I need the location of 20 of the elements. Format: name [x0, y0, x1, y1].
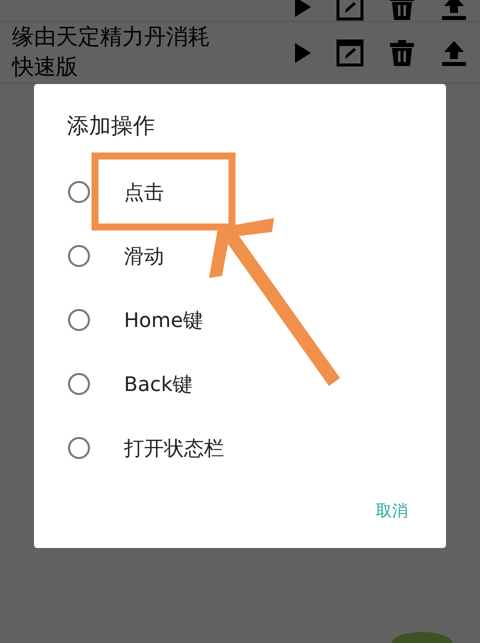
radio-button[interactable] [68, 181, 90, 203]
script-title: 缘由天定精力丹消耗快速版 [12, 24, 211, 82]
upload-icon[interactable] [440, 0, 468, 21]
option-label[interactable]: Home键 [124, 306, 204, 334]
option-label[interactable]: Back键 [124, 370, 193, 398]
option-label[interactable]: 打开状态栏 [124, 434, 224, 462]
dialog-title: 添加操作 [67, 113, 155, 141]
upload-icon[interactable] [440, 38, 468, 66]
radio-button[interactable] [68, 309, 90, 331]
play-icon[interactable] [294, 42, 312, 64]
option-label[interactable]: 点击 [124, 178, 164, 206]
radio-button[interactable] [68, 437, 90, 459]
edit-icon[interactable] [336, 0, 364, 21]
trash-icon[interactable] [388, 0, 416, 21]
option-label[interactable]: 滑动 [124, 242, 164, 270]
radio-button[interactable] [68, 245, 90, 267]
radio-button[interactable] [68, 373, 90, 395]
play-icon[interactable] [294, 0, 312, 18]
edit-icon[interactable] [336, 38, 364, 66]
trash-icon[interactable] [388, 38, 416, 66]
